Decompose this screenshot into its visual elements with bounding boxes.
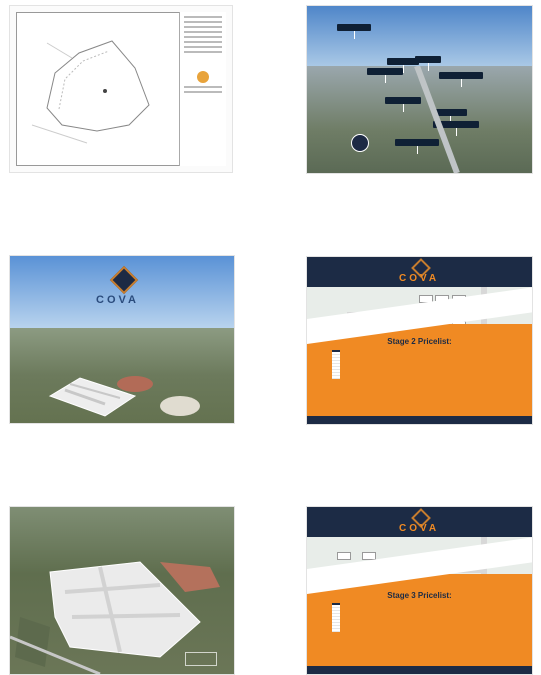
pricelist-heading: Stage 2 Pricelist: [387, 337, 452, 346]
pricelist-footer [307, 666, 532, 674]
motorway [414, 66, 460, 173]
thumbnail-site-render[interactable] [9, 506, 235, 675]
locality-callout [337, 24, 371, 39]
estate-overlay [10, 561, 220, 674]
pricelist-footer [307, 416, 532, 424]
pricelist-heading: Stage 3 Pricelist: [387, 591, 452, 600]
cova-brand: COVA [399, 523, 440, 534]
locality-callout [415, 56, 441, 71]
thumbnail-cova-aerial[interactable]: COVA [9, 255, 235, 424]
survey-boundary [31, 40, 150, 144]
watermark-logo [185, 652, 217, 666]
thumbnail-stage3-pricelist[interactable]: COVA Stage 3 Pricelist: [306, 506, 533, 675]
thumbnail-stage2-pricelist[interactable]: COVA Stage 2 Pricelist: [306, 256, 533, 425]
pricelist-table [332, 350, 340, 379]
table-row [332, 628, 340, 632]
thumbnail-survey-plan[interactable] [9, 5, 233, 173]
thumbnail-aerial-locality[interactable] [306, 5, 533, 174]
cova-brand: COVA [399, 273, 440, 284]
estate-overlay [48, 376, 200, 417]
table-row [332, 375, 340, 379]
pricelist-table [332, 603, 340, 632]
surveyor-logo [197, 71, 209, 83]
lot-marker [337, 552, 351, 560]
plan-title-block [179, 12, 226, 166]
